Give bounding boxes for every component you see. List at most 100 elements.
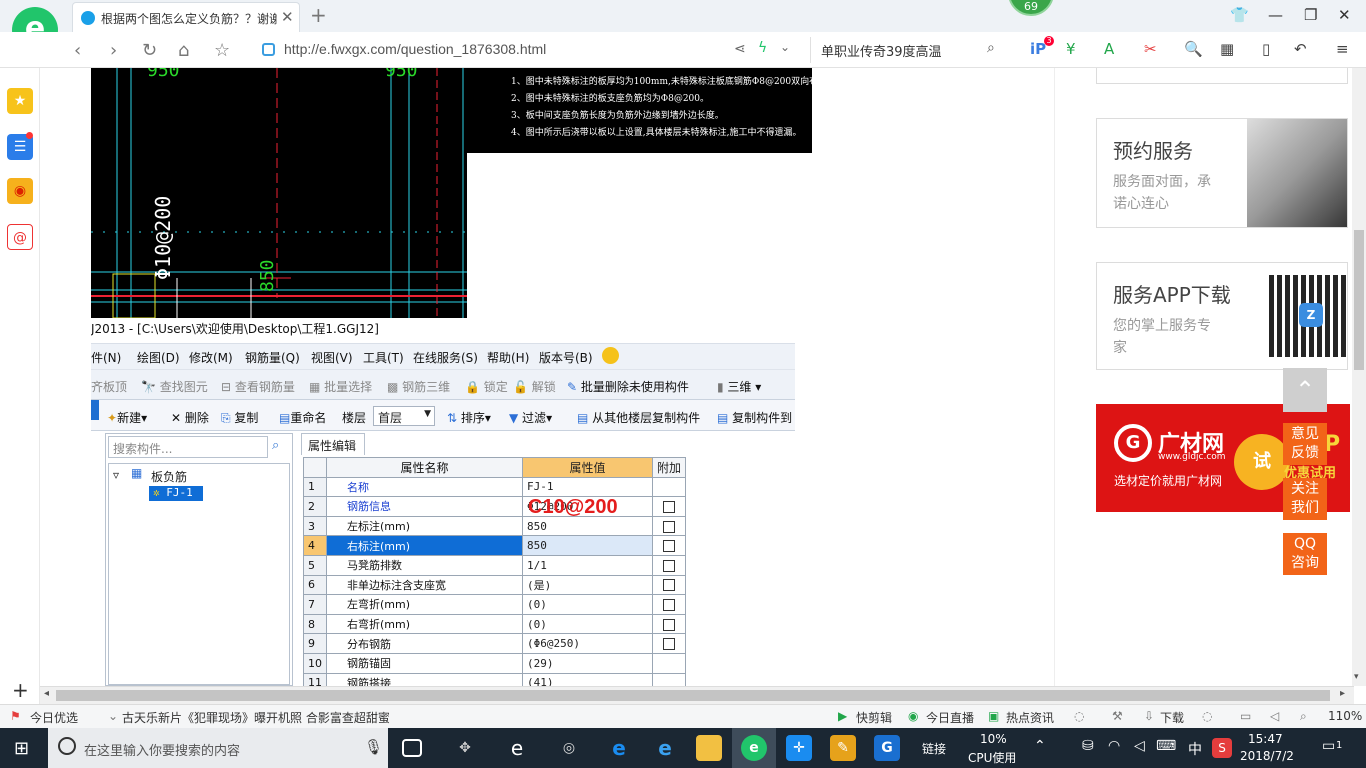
table-row[interactable]: 1 名称 FJ-1 [303,476,687,498]
zoom-level[interactable]: 110% [1328,709,1362,723]
search-icon[interactable]: ⌕ [272,438,279,453]
windows-start-icon[interactable]: ⊞ [14,738,29,759]
tool-unlock[interactable]: 🔓 解锁 [513,378,556,395]
table-row[interactable]: 8 右弯折(mm) (0) [303,613,687,635]
reader-icon[interactable]: ▯ [1262,40,1270,58]
property-value[interactable]: 850 [522,535,653,556]
live-link[interactable]: 今日直播 [926,709,974,726]
keyboard-icon[interactable]: ⌨ [1156,738,1176,754]
tray-chevron-icon[interactable]: ⌃ [1034,738,1046,754]
menu-item[interactable]: 工具(T) [363,349,404,366]
property-value[interactable]: 850 [522,515,653,537]
tool-rebar-3d[interactable]: ▩ 钢筋三维 [387,378,450,395]
floor-select[interactable]: 首层 ▼ [373,406,435,426]
money-shield-icon[interactable]: ¥ [1066,40,1076,58]
tool-align-top[interactable]: 齐板顶 [91,378,127,395]
table-row[interactable]: 3 左标注(mm) 850 [303,515,687,537]
copy-from-floor-button[interactable]: ▤ 从其他楼层复制构件 [577,409,700,426]
property-value[interactable]: 1/1 [522,554,653,576]
follow-us-button[interactable]: 关注 我们 [1283,478,1327,520]
attach-checkbox[interactable] [663,618,675,631]
clock-time[interactable]: 15:47 [1248,732,1283,746]
table-row[interactable]: 10 钢筋锚固 (29) [303,652,687,674]
close-window-icon[interactable]: ✕ [1338,6,1351,24]
scissors-icon[interactable]: ✂ [1144,40,1157,58]
clean-icon[interactable]: ◌ [1202,709,1212,723]
attach-checkbox[interactable] [663,559,675,572]
tool-find[interactable]: 🔭 查找图元 [141,378,208,395]
minimize-icon[interactable]: — [1268,6,1283,24]
browser-level-badge[interactable]: 69 [1008,0,1054,16]
helmet-icon[interactable] [602,347,619,364]
attach-checkbox[interactable] [663,500,675,513]
microphone-icon[interactable]: 🎙 [364,738,383,756]
attach-checkbox[interactable] [663,638,675,651]
attach-checkbox[interactable] [663,579,675,592]
new-tab-icon[interactable]: + [310,3,327,27]
notification-icon[interactable]: ▭ [1322,738,1335,754]
ie-icon[interactable]: e [652,735,678,761]
scroll-right-icon[interactable]: ▸ [1340,688,1345,699]
favorites-star-icon[interactable]: ★ [7,88,33,114]
undo-icon[interactable]: ↶ [1294,40,1307,58]
add-sidebar-icon[interactable]: + [12,678,29,702]
taskbar-link-label[interactable]: 链接 [922,740,946,757]
chrome-like-icon[interactable]: ◎ [556,735,582,761]
tool-batch-delete[interactable]: ✎ 批量删除未使用构件 [567,378,689,395]
share-icon[interactable]: ⋖ [734,41,746,57]
menu-item[interactable]: 钢筋量(Q) [245,349,300,366]
translate-icon[interactable]: A [1104,40,1114,58]
window-icon[interactable]: ▭ [1240,709,1251,723]
search-box[interactable]: 单职业传奇39度高温 ⌕ [810,37,1008,63]
menu-item[interactable]: 视图(V) [311,349,353,366]
magnifier-tool-icon[interactable]: 🔍 [1184,40,1203,58]
menu-item[interactable]: 在线服务(S) [413,349,478,366]
property-edit-tab[interactable]: 属性编辑 [301,433,365,455]
g-app-icon[interactable]: G [874,735,900,761]
quick-edit-link[interactable]: 快剪辑 [856,709,892,726]
zoom-icon[interactable]: ⌕ [1300,709,1307,724]
table-row[interactable]: 11 钢筋搭接 (41) [303,672,687,686]
component-search-input[interactable]: 搜索构件... [108,436,268,458]
back-icon[interactable]: ‹ [74,40,81,61]
menu-item[interactable]: 绘图(D) [137,349,180,366]
2345-browser-icon[interactable]: e [741,735,767,761]
horizontal-scroll-thumb[interactable] [56,690,1330,701]
tab-close-icon[interactable]: ✕ [281,8,294,26]
feedback-button[interactable]: 意见 反馈 [1283,423,1327,465]
property-value[interactable]: (41) [522,672,653,686]
apps-grid-icon[interactable]: ▦ [1220,40,1234,58]
tree-node-child[interactable]: ✲ FJ-1 [149,486,203,501]
scroll-down-icon[interactable]: ▾ [1354,672,1359,682]
clock-date[interactable]: 2018/7/2 [1240,749,1294,763]
home-icon[interactable]: ⌂ [178,40,189,61]
property-value[interactable]: (29) [522,652,653,674]
filter-button[interactable]: ▼ 过滤▾ [509,409,552,426]
property-value[interactable]: (是) [522,574,653,596]
download-link[interactable]: 下载 [1160,709,1184,726]
attach-checkbox[interactable] [663,598,675,611]
forward-icon[interactable]: › [110,40,117,61]
speed-icon[interactable]: ◌ [1074,709,1084,723]
reservation-service-card[interactable]: 预约服务 服务面对面，承 诺心连心 [1096,118,1348,228]
menu-item[interactable]: 版本号(B) [539,349,593,366]
notes-app-icon[interactable]: ✎ [830,735,856,761]
table-row[interactable]: 7 左弯折(mm) (0) [303,594,687,615]
hot-news-link[interactable]: 热点资讯 [1006,709,1054,726]
scroll-left-icon[interactable]: ◂ [44,688,49,699]
property-value[interactable]: (0) [522,594,653,615]
ie-browser-icon[interactable]: e [504,735,530,761]
back-to-top-icon[interactable]: ⌃ [1283,368,1327,412]
file-explorer-icon[interactable] [696,735,722,761]
restore-icon[interactable]: ❐ [1304,6,1317,24]
daily-pick-label[interactable]: 今日优选 [30,709,78,726]
property-value[interactable]: FJ-1 [522,476,653,498]
volume-icon[interactable]: ◁ [1134,738,1145,754]
table-row[interactable]: 6 非单边标注含支座宽 (是) [303,574,687,596]
chevron-down-icon[interactable]: ⌄ [780,40,790,54]
address-bar[interactable]: http://e.fwxgx.com/question_1876308.html… [258,37,806,63]
menu-item[interactable]: 帮助(H) [487,349,529,366]
table-row[interactable]: 5 马凳筋排数 1/1 [303,554,687,576]
lightning-icon[interactable]: ϟ [758,40,767,56]
vertical-scrollbar[interactable]: ▾ [1352,68,1366,686]
